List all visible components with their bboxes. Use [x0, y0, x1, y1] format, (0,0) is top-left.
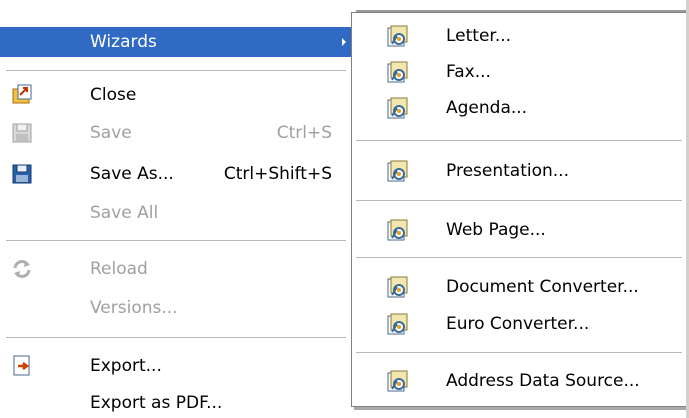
menu-item-label: Reload — [90, 259, 148, 279]
menu-item-label: Save All — [90, 203, 159, 223]
file-menu: Wizards Close Save Ctrl+S Save As... Ctr… — [0, 0, 352, 418]
submenu-item-web-page[interactable]: Web Page... — [352, 215, 686, 245]
export-icon — [10, 354, 34, 378]
floppy-disk-icon — [10, 162, 34, 186]
menu-item-export-pdf[interactable]: Export as PDF... — [0, 388, 352, 418]
wizard-icon — [385, 159, 409, 183]
menu-item-label: Save — [90, 123, 132, 143]
submenu-item-address-data-source[interactable]: Address Data Source... — [352, 366, 686, 396]
submenu-item-euro-converter[interactable]: Euro Converter... — [352, 309, 686, 339]
menu-separator — [6, 70, 346, 71]
submenu-item-fax[interactable]: Fax... — [352, 57, 686, 87]
wizard-icon — [385, 96, 409, 120]
wizard-icon — [385, 312, 409, 336]
submenu-item-agenda[interactable]: Agenda... — [352, 93, 686, 123]
menu-item-save-all[interactable]: Save All — [0, 198, 352, 228]
menu-separator — [356, 200, 682, 201]
submenu-item-label: Agenda... — [446, 98, 528, 118]
submenu-item-presentation[interactable]: Presentation... — [352, 156, 686, 186]
submenu-item-label: Fax... — [446, 62, 491, 82]
submenu-item-label: Web Page... — [446, 220, 546, 240]
close-document-icon — [10, 83, 34, 107]
menu-item-wizards[interactable]: Wizards — [0, 27, 352, 57]
wizard-icon — [385, 60, 409, 84]
menu-separator — [356, 257, 682, 258]
menu-item-label: Wizards — [90, 32, 157, 52]
background-window-edge — [352, 0, 689, 12]
wizard-icon — [385, 24, 409, 48]
menu-item-save-as[interactable]: Save As... Ctrl+Shift+S — [0, 159, 352, 189]
submenu-item-label: Document Converter... — [446, 277, 639, 297]
submenu-item-document-converter[interactable]: Document Converter... — [352, 272, 686, 302]
menu-separator — [6, 337, 346, 338]
submenu-item-label: Presentation... — [446, 161, 569, 181]
menu-separator — [6, 240, 346, 241]
menu-item-label: Export... — [90, 356, 162, 376]
menu-item-export[interactable]: Export... — [0, 351, 352, 381]
menu-item-label: Save As... — [90, 164, 174, 184]
wizards-submenu: Letter... Fax... Agenda... Presentation.… — [351, 12, 687, 407]
submenu-arrow-icon — [342, 38, 346, 46]
menu-item-label: Versions... — [90, 298, 178, 318]
menu-item-label: Close — [90, 85, 137, 105]
floppy-disk-icon — [10, 121, 34, 145]
shortcut-text: Ctrl+S — [276, 123, 332, 143]
menu-item-reload[interactable]: Reload — [0, 254, 352, 284]
reload-icon — [10, 257, 34, 281]
submenu-item-label: Letter... — [446, 26, 512, 46]
menu-separator — [356, 140, 682, 141]
menu-item-close[interactable]: Close — [0, 80, 352, 110]
wizard-icon — [385, 218, 409, 242]
wizard-icon — [385, 275, 409, 299]
wizard-icon — [385, 369, 409, 393]
menu-item-save[interactable]: Save Ctrl+S — [0, 118, 352, 148]
submenu-item-label: Address Data Source... — [446, 371, 640, 391]
menu-item-label: Export as PDF... — [90, 393, 223, 413]
shortcut-text: Ctrl+Shift+S — [223, 164, 332, 184]
menu-separator — [356, 352, 682, 353]
menu-item-versions[interactable]: Versions... — [0, 293, 352, 323]
submenu-item-letter[interactable]: Letter... — [352, 21, 686, 51]
submenu-item-label: Euro Converter... — [446, 314, 590, 334]
